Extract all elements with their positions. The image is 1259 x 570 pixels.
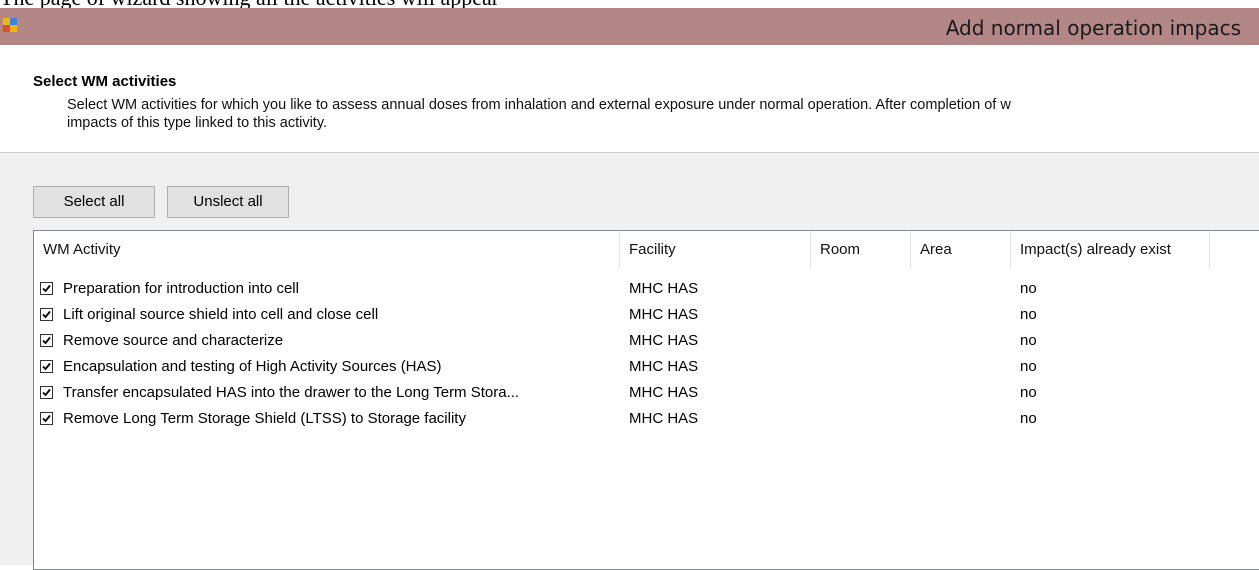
table-row[interactable]: Lift original source shield into cell an… [34,304,1254,330]
section-title: Select WM activities [33,73,177,90]
list-header: WM Activity Facility Room Area Impact(s)… [34,231,1259,269]
description-line-2: impacts of this type linked to this acti… [67,115,328,131]
description-line-1: Select WM activities for which you like … [67,97,1011,113]
impact-cell: no [1020,410,1037,427]
column-header-area[interactable]: Area [911,231,1011,269]
activity-cell: Encapsulation and testing of High Activi… [63,358,442,375]
facility-cell: MHC HAS [629,410,699,427]
facility-cell: MHC HAS [629,306,699,323]
row-checkbox[interactable] [40,282,53,295]
row-checkbox[interactable] [40,308,53,321]
facility-cell: MHC HAS [629,332,699,349]
impact-cell: no [1020,384,1037,401]
app-icon [3,18,18,33]
table-row[interactable]: Encapsulation and testing of High Activi… [34,356,1254,382]
column-header-wm-activity[interactable]: WM Activity [34,231,620,269]
impact-cell: no [1020,306,1037,323]
column-header-impact-exists[interactable]: Impact(s) already exist [1011,231,1210,269]
impact-cell: no [1020,358,1037,375]
row-checkbox[interactable] [40,412,53,425]
table-row[interactable]: Transfer encapsulated HAS into the drawe… [34,382,1254,408]
title-bar: Add normal operation impacs [0,8,1259,45]
row-checkbox[interactable] [40,360,53,373]
section-description: Select WM activities for which you like … [67,96,1257,132]
activity-cell: Remove source and characterize [63,332,284,349]
row-checkbox[interactable] [40,334,53,347]
facility-cell: MHC HAS [629,358,699,375]
activity-cell: Remove Long Term Storage Shield (LTSS) t… [63,410,466,427]
column-header-facility[interactable]: Facility [620,231,811,269]
table-row[interactable]: Remove Long Term Storage Shield (LTSS) t… [34,408,1254,434]
activity-cell: Preparation for introduction into cell [63,280,299,297]
facility-cell: MHC HAS [629,384,699,401]
impact-cell: no [1020,280,1037,297]
caption-text: The page of wizard showing all the activ… [0,0,499,9]
row-checkbox[interactable] [40,386,53,399]
wizard-header: Select WM activities Select WM activitie… [0,45,1259,153]
activities-list[interactable]: WM Activity Facility Room Area Impact(s)… [33,230,1259,570]
table-row[interactable]: Preparation for introduction into cell M… [34,278,1254,304]
facility-cell: MHC HAS [629,280,699,297]
select-all-button[interactable]: Select all [33,186,155,218]
activity-cell: Transfer encapsulated HAS into the drawe… [63,384,520,401]
unselect-all-button[interactable]: Unslect all [167,186,289,218]
table-row[interactable]: Remove source and characterize MHC HAS n… [34,330,1254,356]
column-header-room[interactable]: Room [811,231,911,269]
window-title: Add normal operation impacs [945,16,1241,40]
activity-cell: Lift original source shield into cell an… [63,306,379,323]
impact-cell: no [1020,332,1037,349]
wizard-body: Select all Unslect all WM Activity Facil… [0,153,1259,570]
